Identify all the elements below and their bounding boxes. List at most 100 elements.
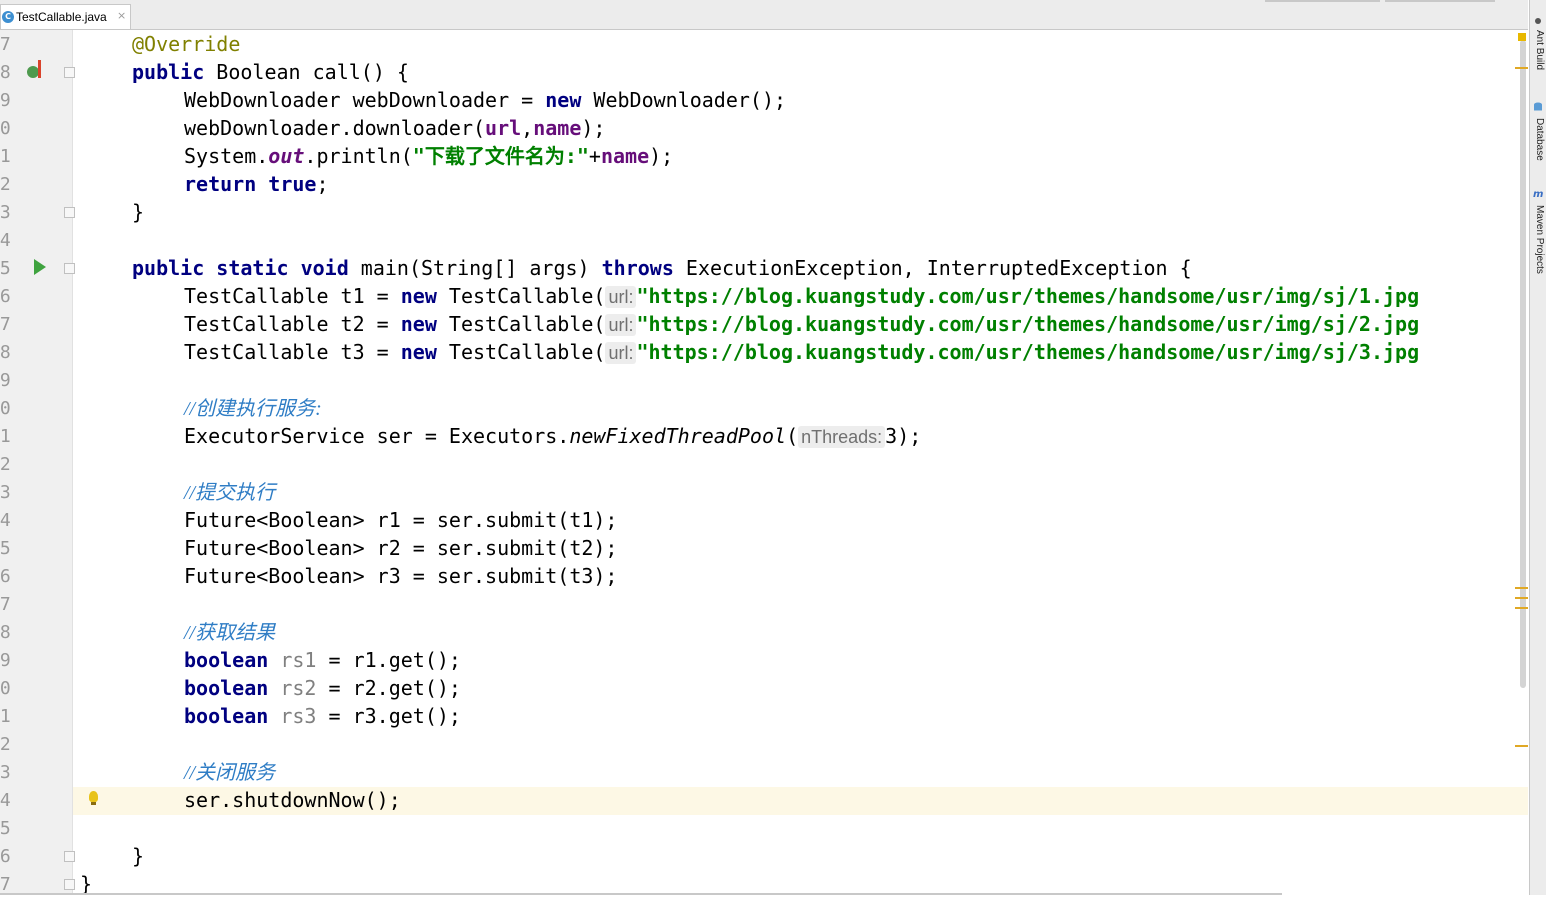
comment: //关闭服务	[184, 762, 276, 784]
code-line-32[interactable]: return true;	[184, 170, 329, 198]
line-number[interactable]: 39	[0, 370, 13, 391]
code-line-44[interactable]: Future<Boolean> r1 = ser.submit(t1);	[184, 506, 617, 534]
comment: //获取结果	[184, 622, 276, 644]
line-number[interactable]: 35	[0, 258, 13, 279]
maven-projects-tool-button[interactable]: Maven Projects	[1531, 205, 1545, 274]
code-line-50[interactable]: boolean rs2 = r2.get();	[184, 674, 461, 702]
code-line-31[interactable]: System.out.println("下载了文件名为:"+name);	[184, 142, 673, 170]
code-line-36[interactable]: TestCallable t1 = new TestCallable(url: "…	[184, 282, 1419, 310]
tab-testcallable-java[interactable]: C TestCallable.java ×	[0, 4, 131, 29]
code-text: TestCallable t1 =	[184, 284, 401, 308]
toolbar-divider	[1265, 0, 1380, 2]
line-number[interactable]: 50	[0, 678, 13, 699]
error-stripe-marker[interactable]	[1515, 587, 1528, 589]
fold-toggle-icon[interactable]	[64, 879, 75, 890]
error-stripe-marker[interactable]	[1515, 745, 1528, 747]
line-number[interactable]: 56	[0, 846, 13, 867]
override-arrow-icon[interactable]	[38, 60, 41, 78]
code-text: ser.shutdownNow();	[184, 788, 401, 812]
run-main-icon[interactable]	[34, 259, 46, 275]
fold-toggle-icon[interactable]	[64, 851, 75, 862]
code-line-46[interactable]: Future<Boolean> r3 = ser.submit(t3);	[184, 562, 617, 590]
line-number[interactable]: 32	[0, 174, 13, 195]
line-number[interactable]: 42	[0, 454, 13, 475]
line-number[interactable]: 43	[0, 482, 13, 503]
parameter-hint: url:	[605, 314, 637, 336]
error-stripe-marker[interactable]	[1515, 67, 1528, 69]
parameter-hint: url:	[605, 286, 637, 308]
line-number[interactable]: 38	[0, 342, 13, 363]
line-number[interactable]: 57	[0, 874, 13, 895]
code-line-56[interactable]: }	[132, 842, 144, 870]
code-line-54[interactable]: ser.shutdownNow();	[184, 786, 401, 814]
line-number[interactable]: 55	[0, 818, 13, 839]
line-number[interactable]: 29	[0, 90, 13, 111]
line-number[interactable]: 48	[0, 622, 13, 643]
line-number[interactable]: 53	[0, 762, 13, 783]
code-text: System.	[184, 144, 269, 168]
code-line-35[interactable]: public static void main(String[] args) t…	[132, 254, 1192, 282]
line-number[interactable]: 51	[0, 706, 13, 727]
scrollbar-thumb[interactable]	[1520, 40, 1526, 688]
string-literal: "下载了文件名为:"	[412, 144, 589, 168]
code-line-33[interactable]: }	[132, 198, 144, 226]
line-number[interactable]: 34	[0, 230, 13, 251]
line-number[interactable]: 49	[0, 650, 13, 671]
line-number[interactable]: 37	[0, 314, 13, 335]
line-number[interactable]: 30	[0, 118, 13, 139]
close-tab-icon[interactable]: ×	[117, 9, 126, 22]
code-line-28[interactable]: public Boolean call() {	[132, 58, 409, 86]
ant-build-tool-button[interactable]: Ant Build	[1531, 30, 1545, 70]
code-text: Future<Boolean> r2 = ser.submit(t2);	[184, 536, 618, 560]
intention-bulb-icon[interactable]	[89, 791, 98, 802]
code-text: ;	[316, 172, 329, 196]
line-number[interactable]: 27	[0, 34, 13, 55]
code-line-30[interactable]: webDownloader.downloader(url,name);	[184, 114, 605, 142]
line-number[interactable]: 41	[0, 426, 13, 447]
code-text: }	[132, 844, 145, 868]
code-line-37[interactable]: TestCallable t2 = new TestCallable(url: "…	[184, 310, 1419, 338]
code-line-48[interactable]: //获取结果	[184, 618, 275, 647]
inspection-status-icon[interactable]	[1518, 33, 1526, 41]
code-line-41[interactable]: ExecutorService ser = Executors.newFixed…	[184, 422, 921, 450]
string-literal: "https://blog.kuangstudy.com/usr/themes/…	[636, 312, 1420, 336]
code-text: = r1.get();	[316, 648, 461, 672]
string-literal: "https://blog.kuangstudy.com/usr/themes/…	[636, 284, 1420, 308]
code-line-27[interactable]: @Override	[132, 30, 240, 58]
line-number[interactable]: 31	[0, 146, 13, 167]
line-number[interactable]: 52	[0, 734, 13, 755]
code-text: Future<Boolean> r3 = ser.submit(t3);	[184, 564, 618, 588]
code-line-43[interactable]: //提交执行	[184, 478, 275, 507]
line-number[interactable]: 45	[0, 538, 13, 559]
line-number[interactable]: 33	[0, 202, 13, 223]
code-text: ExecutionException, InterruptedException…	[673, 256, 1192, 280]
tab-label: TestCallable.java	[16, 10, 107, 24]
database-tool-button[interactable]: Database	[1531, 118, 1545, 161]
java-class-icon: C	[2, 11, 14, 23]
code-text: = r2.get();	[316, 676, 461, 700]
fold-toggle-icon[interactable]	[64, 67, 75, 78]
code-text: Boolean call() {	[204, 60, 409, 84]
line-number[interactable]: 44	[0, 510, 13, 531]
comment: //提交执行	[184, 482, 276, 504]
line-number[interactable]: 36	[0, 286, 13, 307]
line-number[interactable]: 28	[0, 62, 13, 83]
code-line-45[interactable]: Future<Boolean> r2 = ser.submit(t2);	[184, 534, 617, 562]
intention-bulb-base	[91, 802, 96, 805]
code-line-49[interactable]: boolean rs1 = r1.get();	[184, 646, 461, 674]
code-text: );	[649, 144, 674, 168]
error-stripe-marker[interactable]	[1515, 607, 1528, 609]
fold-toggle-icon[interactable]	[64, 207, 75, 218]
line-number[interactable]: 54	[0, 790, 13, 811]
code-line-38[interactable]: TestCallable t3 = new TestCallable(url: "…	[184, 338, 1419, 366]
code-text: }	[132, 200, 145, 224]
error-stripe-marker[interactable]	[1515, 597, 1528, 599]
fold-toggle-icon[interactable]	[64, 263, 75, 274]
line-number[interactable]: 47	[0, 594, 13, 615]
code-line-40[interactable]: //创建执行服务:	[184, 394, 322, 423]
code-line-53[interactable]: //关闭服务	[184, 758, 275, 787]
code-line-51[interactable]: boolean rs3 = r3.get();	[184, 702, 461, 730]
code-line-29[interactable]: WebDownloader webDownloader = new WebDow…	[184, 86, 786, 114]
line-number[interactable]: 40	[0, 398, 13, 419]
line-number[interactable]: 46	[0, 566, 13, 587]
